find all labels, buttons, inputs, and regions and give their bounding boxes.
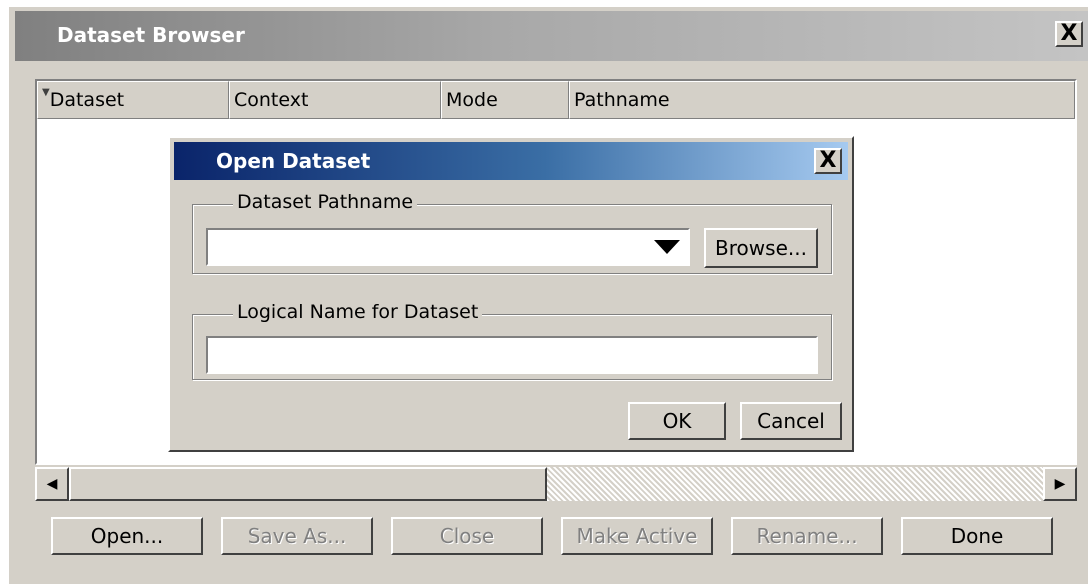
close-button[interactable]: Close [391,517,543,555]
dataset-pathname-input[interactable] [206,228,690,266]
column-label: Mode [446,89,498,111]
dialog-close-button[interactable]: X [814,148,842,174]
open-dataset-dialog: Open Dataset X Dataset Pathname Browse..… [168,136,854,452]
browse-button[interactable]: Browse... [704,228,818,268]
cancel-button[interactable]: Cancel [740,402,842,440]
make-active-button[interactable]: Make Active [561,517,713,555]
column-header-mode[interactable]: Mode [441,81,569,119]
save-as-button[interactable]: Save As... [221,517,373,555]
dataset-pathname-label: Dataset Pathname [233,191,418,213]
arrow-left-icon: ◀ [46,476,58,492]
table-header: ▼Dataset Context Mode Pathname [37,81,1075,119]
column-label: Dataset [49,89,125,111]
scroll-left-button[interactable]: ◀ [35,467,69,501]
window-close-button[interactable]: X [1055,21,1083,47]
window-titlebar[interactable]: Dataset Browser [15,11,1088,61]
column-header-dataset[interactable]: ▼Dataset [37,81,229,119]
chevron-down-icon [654,240,680,254]
done-button[interactable]: Done [901,517,1053,555]
column-header-pathname[interactable]: Pathname [569,81,1075,119]
ok-button[interactable]: OK [628,402,726,440]
column-label: Pathname [574,89,670,111]
pathname-dropdown-button[interactable] [652,230,682,264]
arrow-right-icon: ▶ [1054,476,1066,492]
dialog-title: Open Dataset [216,149,371,173]
logical-name-label: Logical Name for Dataset [233,301,483,323]
dialog-titlebar[interactable]: Open Dataset [174,142,848,180]
window-title: Dataset Browser [57,23,245,47]
horizontal-scrollbar[interactable]: ◀ ▶ [35,467,1077,501]
close-icon: X [819,148,837,173]
column-header-context[interactable]: Context [229,81,441,119]
column-label: Context [234,89,309,111]
scroll-right-button[interactable]: ▶ [1043,467,1077,501]
scrollbar-thumb[interactable] [69,467,547,501]
rename-button[interactable]: Rename... [731,517,883,555]
close-icon: X [1060,21,1078,46]
open-button[interactable]: Open... [51,517,203,555]
logical-name-input[interactable] [206,336,818,374]
sort-down-icon: ▼ [42,87,50,98]
